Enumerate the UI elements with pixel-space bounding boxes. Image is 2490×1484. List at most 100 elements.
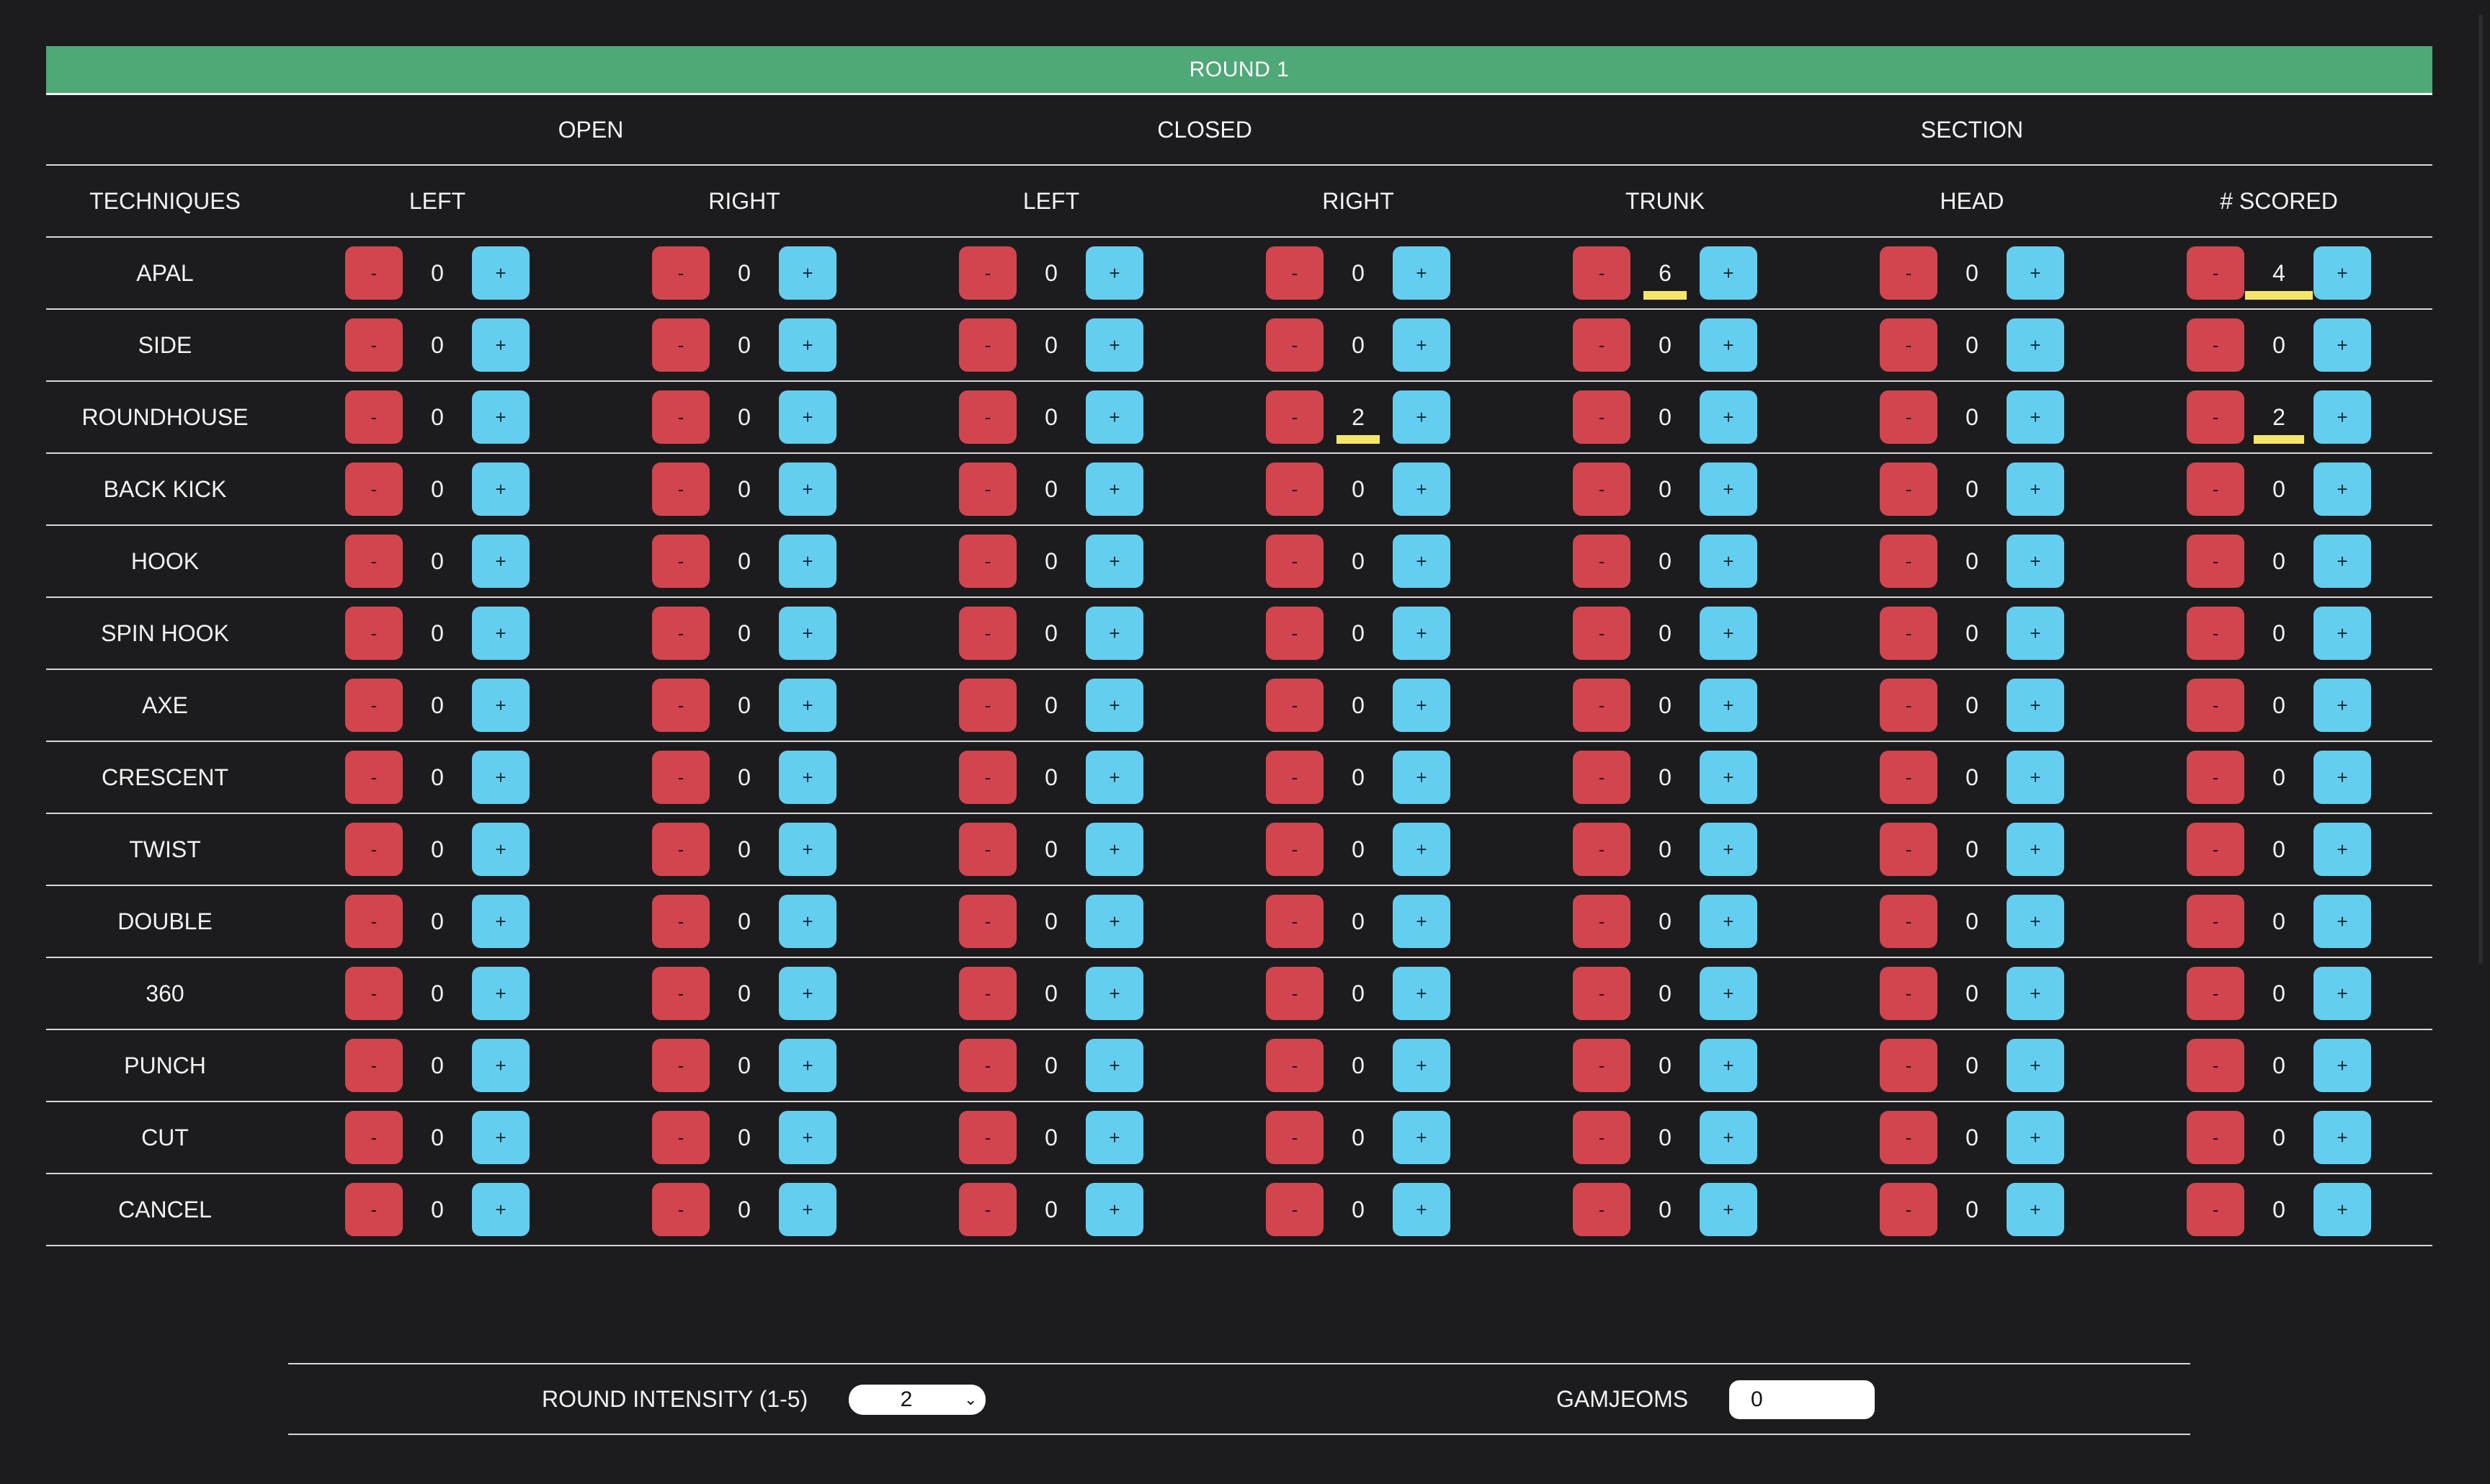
increment-button[interactable]: + [1086,607,1143,660]
decrement-button[interactable]: - [345,823,403,876]
decrement-button[interactable]: - [1880,1111,1937,1164]
decrement-button[interactable]: - [345,967,403,1020]
decrement-button[interactable]: - [959,462,1017,516]
decrement-button[interactable]: - [652,679,710,732]
increment-button[interactable]: + [1393,1039,1450,1092]
gamjeoms-input[interactable] [1729,1380,1875,1419]
decrement-button[interactable]: - [345,679,403,732]
increment-button[interactable]: + [779,679,836,732]
increment-button[interactable]: + [1086,751,1143,804]
increment-button[interactable]: + [779,751,836,804]
increment-button[interactable]: + [1393,390,1450,444]
decrement-button[interactable]: - [1266,390,1324,444]
increment-button[interactable]: + [2313,607,2371,660]
increment-button[interactable]: + [1086,823,1143,876]
increment-button[interactable]: + [1700,751,1757,804]
decrement-button[interactable]: - [1573,679,1630,732]
increment-button[interactable]: + [779,1183,836,1236]
increment-button[interactable]: + [1086,1039,1143,1092]
increment-button[interactable]: + [2313,1183,2371,1236]
decrement-button[interactable]: - [1266,751,1324,804]
increment-button[interactable]: + [1086,462,1143,516]
increment-button[interactable]: + [1700,1111,1757,1164]
decrement-button[interactable]: - [1880,967,1937,1020]
decrement-button[interactable]: - [1880,390,1937,444]
increment-button[interactable]: + [1393,318,1450,372]
decrement-button[interactable]: - [1573,535,1630,588]
decrement-button[interactable]: - [1573,967,1630,1020]
increment-button[interactable]: + [2313,751,2371,804]
decrement-button[interactable]: - [1266,318,1324,372]
increment-button[interactable]: + [472,751,530,804]
decrement-button[interactable]: - [959,318,1017,372]
increment-button[interactable]: + [2007,967,2064,1020]
increment-button[interactable]: + [1700,462,1757,516]
decrement-button[interactable]: - [1573,390,1630,444]
decrement-button[interactable]: - [2187,1111,2244,1164]
decrement-button[interactable]: - [652,967,710,1020]
decrement-button[interactable]: - [2187,1183,2244,1236]
increment-button[interactable]: + [2007,607,2064,660]
increment-button[interactable]: + [472,1183,530,1236]
increment-button[interactable]: + [472,535,530,588]
decrement-button[interactable]: - [2187,895,2244,948]
decrement-button[interactable]: - [959,246,1017,300]
increment-button[interactable]: + [2007,462,2064,516]
decrement-button[interactable]: - [959,1039,1017,1092]
increment-button[interactable]: + [1086,246,1143,300]
decrement-button[interactable]: - [1880,535,1937,588]
decrement-button[interactable]: - [959,535,1017,588]
increment-button[interactable]: + [2007,1039,2064,1092]
decrement-button[interactable]: - [652,462,710,516]
increment-button[interactable]: + [779,823,836,876]
decrement-button[interactable]: - [1573,607,1630,660]
increment-button[interactable]: + [1086,679,1143,732]
increment-button[interactable]: + [1700,607,1757,660]
decrement-button[interactable]: - [1880,1039,1937,1092]
decrement-button[interactable]: - [1266,1183,1324,1236]
increment-button[interactable]: + [1393,823,1450,876]
decrement-button[interactable]: - [652,1111,710,1164]
increment-button[interactable]: + [1086,895,1143,948]
decrement-button[interactable]: - [2187,390,2244,444]
decrement-button[interactable]: - [959,895,1017,948]
increment-button[interactable]: + [1700,1039,1757,1092]
increment-button[interactable]: + [472,967,530,1020]
decrement-button[interactable]: - [1266,823,1324,876]
decrement-button[interactable]: - [1573,823,1630,876]
decrement-button[interactable]: - [2187,823,2244,876]
decrement-button[interactable]: - [2187,318,2244,372]
decrement-button[interactable]: - [1266,1111,1324,1164]
increment-button[interactable]: + [472,390,530,444]
decrement-button[interactable]: - [959,967,1017,1020]
decrement-button[interactable]: - [2187,1039,2244,1092]
increment-button[interactable]: + [2313,390,2371,444]
increment-button[interactable]: + [2007,1183,2064,1236]
decrement-button[interactable]: - [1266,967,1324,1020]
decrement-button[interactable]: - [652,1039,710,1092]
increment-button[interactable]: + [779,318,836,372]
decrement-button[interactable]: - [1573,895,1630,948]
increment-button[interactable]: + [1700,390,1757,444]
decrement-button[interactable]: - [1573,1039,1630,1092]
decrement-button[interactable]: - [959,679,1017,732]
decrement-button[interactable]: - [1880,823,1937,876]
increment-button[interactable]: + [779,246,836,300]
decrement-button[interactable]: - [345,246,403,300]
decrement-button[interactable]: - [1573,751,1630,804]
increment-button[interactable]: + [779,535,836,588]
decrement-button[interactable]: - [1880,462,1937,516]
decrement-button[interactable]: - [345,390,403,444]
decrement-button[interactable]: - [1880,246,1937,300]
decrement-button[interactable]: - [1266,679,1324,732]
increment-button[interactable]: + [2007,751,2064,804]
decrement-button[interactable]: - [652,390,710,444]
increment-button[interactable]: + [2007,895,2064,948]
decrement-button[interactable]: - [2187,751,2244,804]
decrement-button[interactable]: - [652,535,710,588]
increment-button[interactable]: + [2313,535,2371,588]
decrement-button[interactable]: - [1266,535,1324,588]
decrement-button[interactable]: - [2187,535,2244,588]
increment-button[interactable]: + [472,246,530,300]
increment-button[interactable]: + [1700,246,1757,300]
